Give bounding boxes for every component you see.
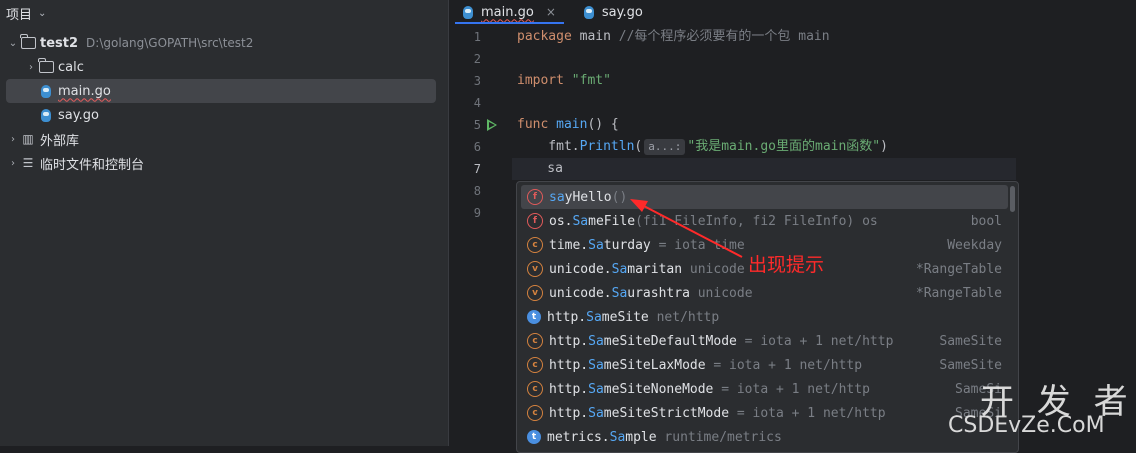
tab-label: say.go: [601, 4, 643, 20]
go-file-icon: [38, 83, 54, 99]
tab-label: main.go: [481, 4, 534, 20]
library-icon: ▥: [22, 132, 34, 146]
run-gutter-button[interactable]: [449, 114, 511, 136]
code-line-3: import "fmt": [517, 73, 611, 88]
chevron-right-icon[interactable]: ›: [6, 158, 20, 169]
tree-item-path: D:\golang\GOPATH\src\test2: [86, 36, 254, 50]
completion-item[interactable]: c http.SameSiteNoneMode = iota + 1 net/h…: [521, 377, 1008, 401]
constant-icon: c: [527, 357, 543, 373]
annotation-text: 出现提示: [748, 254, 825, 276]
constant-icon: c: [527, 333, 543, 349]
completion-item[interactable]: t metrics.Sample runtime/metrics: [521, 425, 1008, 449]
line-number: 7: [473, 162, 481, 176]
completion-popup: f sayHello () f os.SameFile (fi1 FileInf…: [516, 181, 1019, 453]
tree-item-test2[interactable]: ⌄ test2 D:\golang\GOPATH\src\test2: [6, 31, 436, 55]
line-number: 6: [473, 140, 481, 154]
tree-item-label: say.go: [58, 107, 99, 123]
go-file-icon: [38, 107, 54, 123]
tree-item-label: 外部库: [40, 133, 80, 149]
tree-item-external-libraries[interactable]: › ▥ 外部库: [6, 127, 436, 151]
variable-icon: v: [527, 285, 543, 301]
close-icon[interactable]: ×: [546, 5, 556, 19]
tree-item-say-go[interactable]: say.go: [6, 103, 436, 127]
function-icon: f: [527, 189, 543, 205]
variable-icon: v: [527, 261, 543, 277]
watermark-text: CSDEvZe.CoM: [948, 413, 1105, 438]
folder-icon: [20, 34, 36, 51]
line-number: 3: [473, 74, 481, 88]
folder-icon: [38, 58, 54, 75]
chevron-right-icon[interactable]: ›: [24, 62, 38, 73]
completion-item[interactable]: c http.SameSiteDefaultMode = iota + 1 ne…: [521, 329, 1008, 353]
chevron-down-icon[interactable]: ⌄: [38, 8, 46, 19]
tree-item-label: main.go: [58, 83, 111, 99]
type-icon: t: [527, 430, 541, 444]
line-number: 1: [473, 30, 481, 44]
go-file-icon: [463, 5, 473, 19]
tab-say-go[interactable]: say.go: [570, 0, 657, 24]
completion-item[interactable]: t http.SameSite net/http: [521, 305, 1008, 329]
scratches-icon: ☰: [22, 156, 34, 170]
code-line-5: func main() {: [517, 117, 619, 132]
completion-item[interactable]: f sayHello (): [521, 185, 1008, 209]
chevron-down-icon[interactable]: ⌄: [6, 38, 20, 49]
project-header[interactable]: 项目 ⌄: [0, 0, 448, 26]
chevron-right-icon[interactable]: ›: [6, 134, 20, 145]
completion-item[interactable]: c http.SameSiteStrictMode = iota + 1 net…: [521, 401, 1008, 425]
code-line-7-overlay: sa: [516, 161, 563, 176]
constant-icon: c: [527, 381, 543, 397]
tree-item-label: test2: [40, 35, 79, 51]
line-number: 8: [473, 184, 481, 198]
function-icon: f: [527, 213, 543, 229]
completion-item[interactable]: c http.SameSiteLaxMode = iota + 1 net/ht…: [521, 353, 1008, 377]
tree-item-main-go[interactable]: main.go: [6, 79, 436, 103]
project-title: 项目: [6, 7, 33, 23]
constant-icon: c: [527, 405, 543, 421]
line-number: 9: [473, 206, 481, 220]
tree-item-scratches[interactable]: › ☰ 临时文件和控制台: [6, 151, 436, 175]
tab-main-go[interactable]: main.go ×: [449, 0, 570, 24]
popup-scrollbar[interactable]: [1010, 186, 1015, 212]
tree-item-calc[interactable]: › calc: [6, 55, 436, 79]
constant-icon: c: [527, 237, 543, 253]
current-line-highlight: [512, 158, 1016, 180]
code-line-1: package main //每个程序必须要有的一个包 main: [517, 29, 830, 44]
go-file-icon: [583, 5, 594, 19]
completion-item[interactable]: v unicode.Saurashtra unicode *RangeTable: [521, 281, 1008, 305]
tree-item-label: 临时文件和控制台: [40, 157, 145, 173]
line-number: 2: [473, 52, 481, 66]
completion-item[interactable]: f os.SameFile (fi1 FileInfo, fi2 FileInf…: [521, 209, 1008, 233]
project-panel: 项目 ⌄ ⌄ test2 D:\golang\GOPATH\src\test2 …: [0, 0, 448, 446]
parameter-hint: a...:: [644, 139, 686, 155]
code-line-6: fmt.Println(a...: "我是main.go里面的main函数"): [517, 139, 888, 155]
tree-item-label: calc: [58, 59, 84, 75]
editor-tabs: main.go × say.go: [449, 0, 1136, 24]
type-icon: t: [527, 310, 541, 324]
run-icon[interactable]: [487, 119, 497, 131]
line-number: 4: [473, 96, 481, 110]
